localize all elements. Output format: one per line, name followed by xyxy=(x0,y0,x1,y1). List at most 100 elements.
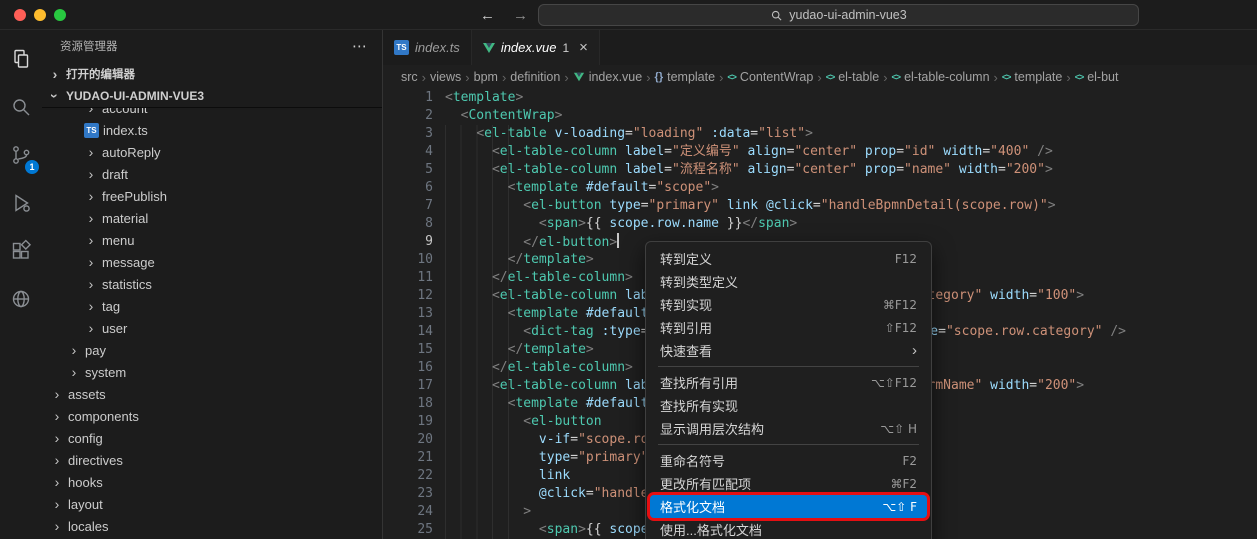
code-line[interactable]: 7 <el-button type="primary" link @click=… xyxy=(383,197,1257,215)
open-editors-label: 打开的编辑器 xyxy=(66,66,135,82)
search-sidebar-icon[interactable] xyxy=(4,90,38,123)
breadcrumb-item[interactable]: src xyxy=(401,70,418,84)
maximize-window-button[interactable] xyxy=(54,9,66,21)
breadcrumb-item[interactable]: {}template xyxy=(655,70,716,84)
code-line[interactable]: 1<template> xyxy=(383,89,1257,107)
tree-item-components[interactable]: ›components xyxy=(42,405,382,427)
tree-item-label: locales xyxy=(68,519,108,534)
tree-item-menu[interactable]: ›menu xyxy=(42,229,382,251)
code-line[interactable]: 4 <el-table-column label="定义编号" align="c… xyxy=(383,143,1257,161)
breadcrumb-label: index.vue xyxy=(589,70,643,84)
explorer-icon[interactable] xyxy=(4,42,38,75)
tree-item-hooks[interactable]: ›hooks xyxy=(42,471,382,493)
tree-item-label: draft xyxy=(102,167,128,182)
context-menu-item[interactable]: 转到实现⌘F12 xyxy=(650,293,927,316)
menu-separator xyxy=(658,444,919,445)
breadcrumb-item[interactable]: index.vue xyxy=(573,70,643,84)
tree-item-layout[interactable]: ›layout xyxy=(42,493,382,515)
close-window-button[interactable] xyxy=(14,9,26,21)
breadcrumb-label: src xyxy=(401,70,418,84)
context-menu-item[interactable]: 转到引用⇧F12 xyxy=(650,316,927,339)
code-line[interactable]: 3 <el-table v-loading="loading" :data="l… xyxy=(383,125,1257,143)
tree-item-index.ts[interactable]: TSindex.ts xyxy=(42,119,382,141)
line-number: 9 xyxy=(383,233,433,251)
context-menu-item[interactable]: 显示调用层次结构⌥⇧ H xyxy=(650,417,927,440)
menu-item-shortcut: ⌘F2 xyxy=(890,477,917,491)
chevron-right-icon: › xyxy=(50,387,64,401)
menu-item-shortcut: ⌥⇧F12 xyxy=(871,376,917,390)
tree-item-statistics[interactable]: ›statistics xyxy=(42,273,382,295)
history-back-icon[interactable]: ← xyxy=(480,7,495,24)
submenu-arrow-icon: › xyxy=(912,342,917,359)
context-menu-item[interactable]: 转到定义F12 xyxy=(650,247,927,270)
run-debug-icon[interactable] xyxy=(4,186,38,219)
vue-file-icon xyxy=(483,43,495,53)
project-root-item[interactable]: › YUDAO-UI-ADMIN-VUE3 xyxy=(42,85,382,108)
tree-item-material[interactable]: ›material xyxy=(42,207,382,229)
tree-item-label: material xyxy=(102,211,148,226)
breadcrumb-item[interactable]: <>el-table xyxy=(826,70,880,84)
chevron-right-icon: › xyxy=(646,70,650,85)
window-controls xyxy=(14,9,66,21)
breadcrumb-item[interactable]: bpm xyxy=(474,70,498,84)
tree-item-config[interactable]: ›config xyxy=(42,427,382,449)
tree-item-autoreply[interactable]: ›autoReply xyxy=(42,141,382,163)
tab-index-vue[interactable]: index.vue 1 × xyxy=(472,30,600,65)
chevron-right-icon: › xyxy=(422,70,426,85)
minimize-window-button[interactable] xyxy=(34,9,46,21)
remote-explorer-icon[interactable] xyxy=(4,282,38,315)
context-menu-item[interactable]: 格式化文档⌥⇧ F xyxy=(650,495,927,518)
code-line[interactable]: 5 <el-table-column label="流程名称" align="c… xyxy=(383,161,1257,179)
element-symbol-icon: <> xyxy=(1075,72,1084,82)
tree-item-tag[interactable]: ›tag xyxy=(42,295,382,317)
code-text: </template> xyxy=(445,251,594,269)
context-menu-item[interactable]: 更改所有匹配项⌘F2 xyxy=(650,472,927,495)
more-actions-icon[interactable]: ⋯ xyxy=(352,37,368,55)
breadcrumb-item[interactable]: <>el-table-column xyxy=(892,70,990,84)
history-forward-icon[interactable]: → xyxy=(513,7,528,24)
source-control-icon[interactable]: 1 xyxy=(4,138,38,171)
tree-item-draft[interactable]: ›draft xyxy=(42,163,382,185)
tree-item-message[interactable]: ›message xyxy=(42,251,382,273)
context-menu-item[interactable]: 查找所有引用⌥⇧F12 xyxy=(650,371,927,394)
line-number: 4 xyxy=(383,143,433,161)
tree-item-label: message xyxy=(102,255,155,270)
context-menu-item[interactable]: 转到类型定义 xyxy=(650,270,927,293)
tree-item-system[interactable]: ›system xyxy=(42,361,382,383)
menu-item-shortcut: F2 xyxy=(902,454,917,468)
breadcrumb-item[interactable]: definition xyxy=(510,70,560,84)
close-tab-icon[interactable]: × xyxy=(579,40,588,55)
context-menu-item[interactable]: 重命名符号F2 xyxy=(650,449,927,472)
context-menu-item[interactable]: 快速查看› xyxy=(650,339,927,362)
breadcrumb-item[interactable]: <>ContentWrap xyxy=(727,70,813,84)
code-text: <ContentWrap> xyxy=(445,107,562,125)
tree-item-label: components xyxy=(68,409,139,424)
tree-item-freepublish[interactable]: ›freePublish xyxy=(42,185,382,207)
context-menu-item[interactable]: 使用...格式化文档 xyxy=(650,518,927,539)
chevron-right-icon: › xyxy=(817,70,821,85)
tree-item-label: config xyxy=(68,431,103,446)
breadcrumb-item[interactable]: <>el-but xyxy=(1075,70,1119,84)
code-text: <el-button type="primary" link @click="h… xyxy=(445,197,1056,215)
code-text: type="primary" xyxy=(445,449,649,467)
code-text: </el-table-column> xyxy=(445,269,633,287)
open-editors-section[interactable]: › 打开的编辑器 xyxy=(42,62,382,85)
tree-item-pay[interactable]: ›pay xyxy=(42,339,382,361)
chevron-right-icon: › xyxy=(994,70,998,85)
line-number: 20 xyxy=(383,431,433,449)
breadcrumb-item[interactable]: views xyxy=(430,70,461,84)
line-number: 5 xyxy=(383,161,433,179)
extensions-icon[interactable] xyxy=(4,234,38,267)
tree-item-directives[interactable]: ›directives xyxy=(42,449,382,471)
command-center-search[interactable]: yudao-ui-admin-vue3 xyxy=(538,4,1139,26)
breadcrumb-item[interactable]: <>template xyxy=(1002,70,1062,84)
tree-item-locales[interactable]: ›locales xyxy=(42,515,382,537)
tree-item-label: pay xyxy=(85,343,106,358)
tree-item-assets[interactable]: ›assets xyxy=(42,383,382,405)
code-line[interactable]: 6 <template #default="scope"> xyxy=(383,179,1257,197)
tab-index-ts[interactable]: TS index.ts xyxy=(383,30,472,65)
code-line[interactable]: 8 <span>{{ scope.row.name }}</span> xyxy=(383,215,1257,233)
context-menu-item[interactable]: 查找所有实现 xyxy=(650,394,927,417)
code-line[interactable]: 2 <ContentWrap> xyxy=(383,107,1257,125)
tree-item-user[interactable]: ›user xyxy=(42,317,382,339)
